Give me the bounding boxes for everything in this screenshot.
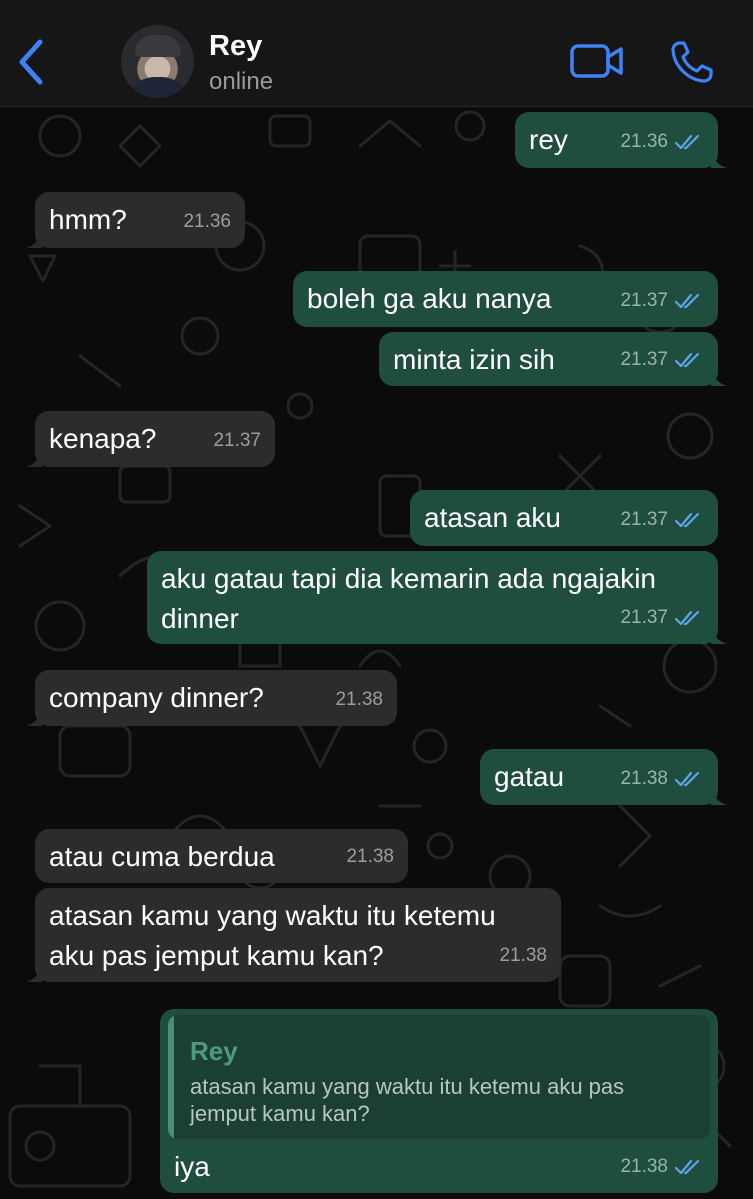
message-bubble-outgoing[interactable]: aku gatau tapi dia kemarin ada ngajakin … <box>147 551 727 644</box>
message-time: 21.38 <box>499 945 547 966</box>
message-time: 21.37 <box>213 430 261 451</box>
quoted-message-text: atasan kamu yang waktu itu ketemu aku pa… <box>190 1074 625 1126</box>
message-meta: 21.37 <box>620 281 702 321</box>
message-bubble-outgoing[interactable]: minta izin sih 21.37 <box>379 332 727 386</box>
message-bubble-outgoing[interactable]: rey 21.36 <box>515 112 727 168</box>
message-text: atau cuma berdua <box>49 841 275 872</box>
chevron-left-icon <box>19 39 43 85</box>
avatar-cap <box>135 35 181 57</box>
message-meta: 21.38 <box>346 837 394 877</box>
message-text: atasan kamu yang waktu itu ketemu aku pa… <box>49 900 496 971</box>
message-meta: 21.37 <box>620 500 702 540</box>
contact-name[interactable]: Rey <box>209 30 262 63</box>
message-meta: 21.38 <box>499 936 547 976</box>
message-bubble-incoming[interactable]: company dinner? 21.38 <box>26 670 397 726</box>
message-bubble-incoming[interactable]: atau cuma berdua 21.38 <box>35 829 408 883</box>
message-time: 21.38 <box>620 768 668 789</box>
message-bubble-outgoing-reply[interactable]: Rey atasan kamu yang waktu itu ketemu ak… <box>160 1009 718 1193</box>
phone-icon <box>671 41 713 83</box>
quoted-message[interactable]: Rey atasan kamu yang waktu itu ketemu ak… <box>168 1015 710 1139</box>
message-bubble-outgoing[interactable]: boleh ga aku nanya 21.37 <box>293 271 718 327</box>
message-time: 21.38 <box>335 689 383 710</box>
bubble-tail <box>26 706 42 726</box>
message-bubble-incoming[interactable]: kenapa? 21.37 <box>26 411 275 467</box>
message-meta: 21.37 <box>620 340 702 380</box>
message-text: kenapa? <box>49 423 157 454</box>
message-meta: 21.36 <box>183 202 231 242</box>
bubble-tail <box>711 148 727 168</box>
message-meta: 21.38 <box>620 1147 702 1187</box>
message-text: minta izin sih <box>393 344 555 375</box>
message-bubble-incoming[interactable]: hmm? 21.36 <box>26 192 245 248</box>
message-time: 21.36 <box>620 131 668 152</box>
back-button[interactable] <box>14 38 48 86</box>
bubble-tail <box>711 366 727 386</box>
message-meta: 21.38 <box>335 680 383 720</box>
bubble-tail <box>26 447 42 467</box>
message-text: company dinner? <box>49 682 264 713</box>
message-meta: 21.36 <box>620 122 702 162</box>
message-text: gatau <box>494 761 565 792</box>
message-meta: 21.38 <box>620 759 702 799</box>
message-time: 21.37 <box>620 349 668 370</box>
message-bubble-outgoing[interactable]: atasan aku 21.37 <box>410 490 718 546</box>
message-time: 21.37 <box>620 290 668 311</box>
message-bubble-incoming[interactable]: atasan kamu yang waktu itu ketemu aku pa… <box>26 888 561 982</box>
contact-status: online <box>209 68 274 95</box>
message-meta: 21.37 <box>213 421 261 461</box>
voice-call-button[interactable] <box>668 38 716 86</box>
message-time: 21.37 <box>620 509 668 530</box>
message-time: 21.37 <box>620 607 668 628</box>
chat-header: Rey online <box>0 0 753 107</box>
chat-area[interactable]: rey 21.36 hmm? 21.36 boleh ga aku nanya … <box>0 106 753 1199</box>
video-camera-icon <box>570 44 623 78</box>
message-text: atasan aku <box>424 502 561 533</box>
message-bubble-outgoing[interactable]: gatau 21.38 <box>480 749 727 805</box>
bubble-tail <box>711 624 727 644</box>
quote-accent-bar <box>168 1015 174 1139</box>
message-time: 21.36 <box>183 211 231 232</box>
bubble-tail <box>26 228 42 248</box>
quoted-sender-name: Rey <box>190 1036 238 1066</box>
bubble-tail <box>26 962 42 982</box>
double-check-icon <box>674 1159 700 1175</box>
double-check-icon <box>674 610 700 626</box>
double-check-icon <box>674 352 700 368</box>
message-time: 21.38 <box>346 846 394 867</box>
double-check-icon <box>674 134 700 150</box>
video-call-button[interactable] <box>569 40 625 82</box>
message-time: 21.38 <box>620 1156 668 1177</box>
double-check-icon <box>674 293 700 309</box>
message-meta: 21.37 <box>620 598 702 638</box>
message-text: hmm? <box>49 204 127 235</box>
contact-avatar[interactable] <box>121 25 194 98</box>
message-text: boleh ga aku nanya <box>307 283 552 314</box>
message-text: rey <box>529 124 568 155</box>
double-check-icon <box>674 512 700 528</box>
double-check-icon <box>674 771 700 787</box>
message-text: iya <box>174 1151 210 1182</box>
bubble-tail <box>711 785 727 805</box>
avatar-shirt <box>125 77 191 98</box>
